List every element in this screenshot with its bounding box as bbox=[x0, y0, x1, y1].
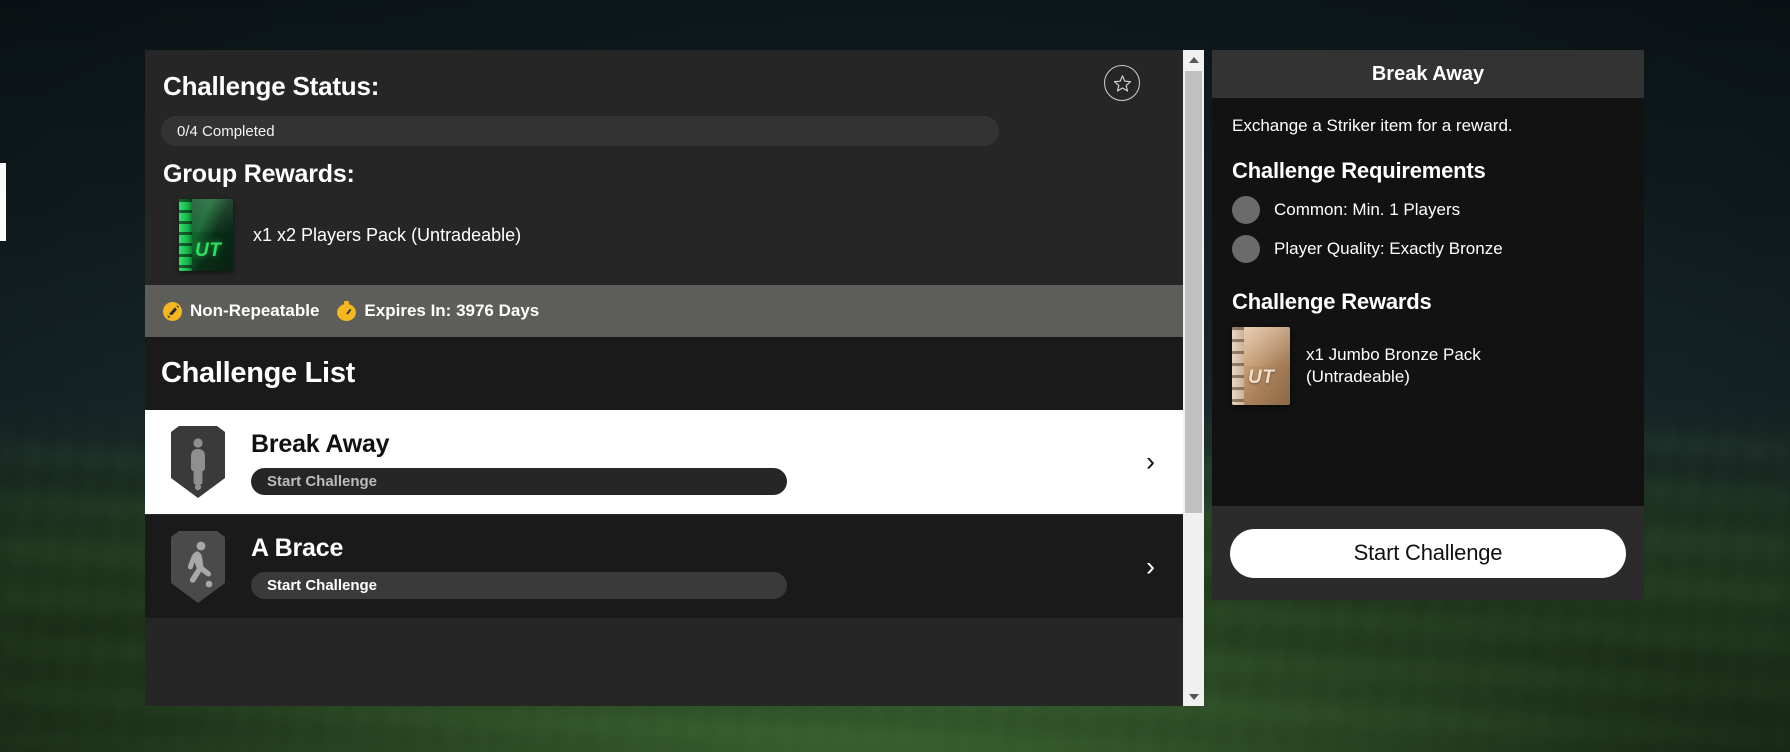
detail-footer: Start Challenge bbox=[1212, 506, 1644, 600]
dribbler-shield-badge-icon bbox=[167, 530, 229, 603]
stopwatch-icon bbox=[337, 301, 357, 321]
group-rewards-title: Group Rewards: bbox=[163, 160, 355, 188]
challenge-rewards-title: Challenge Rewards bbox=[1232, 289, 1432, 314]
pack-bronze-ut-icon: UT bbox=[1232, 327, 1290, 405]
group-reward-item: UT x1 x2 Players Pack (Untradeable) bbox=[161, 195, 1167, 285]
requirement-label: Common: Min. 1 Players bbox=[1274, 200, 1461, 219]
non-repeatable-meta: Non-Repeatable bbox=[163, 301, 319, 321]
challenge-status-section: Challenge Status: 0/4 Completed Group Re… bbox=[145, 50, 1183, 285]
start-challenge-primary-button[interactable]: Start Challenge bbox=[1230, 528, 1626, 578]
challenge-list-item-break-away[interactable]: Break Away Start Challenge › bbox=[145, 410, 1183, 514]
challenge-item-name: A Brace bbox=[251, 534, 344, 562]
detail-body: Exchange a Striker item for a reward. Ch… bbox=[1212, 98, 1644, 506]
challenge-detail-panel: Break Away Exchange a Striker item for a… bbox=[1212, 50, 1644, 600]
challenge-reward-item: UT x1 Jumbo Bronze Pack (Untradeable) bbox=[1232, 327, 1624, 405]
star-icon bbox=[1113, 74, 1131, 92]
challenge-meta-strip: Non-Repeatable Expires In: 3976 Days bbox=[145, 285, 1183, 337]
challenge-reward-line-1: x1 Jumbo Bronze Pack bbox=[1306, 344, 1481, 364]
pack-green-ut-icon: UT bbox=[179, 199, 233, 271]
chevron-right-icon[interactable]: › bbox=[1146, 553, 1155, 580]
challenge-reward-label: x1 Jumbo Bronze Pack (Untradeable) bbox=[1306, 344, 1481, 388]
start-challenge-button-a-brace[interactable]: Start Challenge bbox=[251, 572, 787, 599]
expiry-label: Expires In: 3976 Days bbox=[364, 301, 540, 320]
challenge-list-header: Challenge List bbox=[145, 337, 1183, 410]
offscreen-panel-sliver bbox=[0, 163, 6, 241]
scrollbar-thumb[interactable] bbox=[1185, 71, 1202, 513]
detail-title: Break Away bbox=[1371, 62, 1485, 85]
requirement-row: Player Quality: Exactly Bronze bbox=[1232, 235, 1624, 263]
challenge-group-panel: Challenge Status: 0/4 Completed Group Re… bbox=[145, 50, 1183, 706]
striker-shield-badge-icon bbox=[167, 426, 229, 498]
challenge-item-info: A Brace Start Challenge bbox=[251, 534, 787, 599]
challenge-status-progress-text: 0/4 Completed bbox=[177, 122, 275, 140]
challenge-item-name: Break Away bbox=[251, 429, 390, 458]
scroll-up-button[interactable] bbox=[1183, 50, 1204, 69]
start-challenge-button-break-away[interactable]: Start Challenge bbox=[251, 467, 787, 495]
challenge-item-info: Break Away Start Challenge bbox=[251, 430, 787, 495]
challenge-status-progress-pill: 0/4 Completed bbox=[161, 116, 999, 146]
requirement-row: Common: Min. 1 Players bbox=[1232, 196, 1624, 224]
pack-ut-mark: UT bbox=[195, 240, 222, 261]
detail-header: Break Away bbox=[1212, 50, 1644, 98]
caret-down-icon bbox=[1188, 693, 1199, 700]
pack-ut-mark: UT bbox=[1248, 367, 1275, 388]
non-repeatable-label: Non-Repeatable bbox=[190, 301, 320, 320]
requirement-bullet-icon bbox=[1232, 196, 1260, 224]
requirement-bullet-icon bbox=[1232, 235, 1260, 263]
scroll-down-button[interactable] bbox=[1183, 687, 1204, 706]
detail-description: Exchange a Striker item for a reward. bbox=[1232, 116, 1513, 135]
challenge-list-item-a-brace[interactable]: A Brace Start Challenge › bbox=[145, 514, 1183, 618]
expiry-meta: Expires In: 3976 Days bbox=[337, 301, 539, 321]
scrollbar-track[interactable] bbox=[1183, 69, 1204, 687]
group-reward-label: x1 x2 Players Pack (Untradeable) bbox=[253, 224, 522, 245]
no-repeat-icon bbox=[163, 301, 182, 321]
challenge-requirements-title: Challenge Requirements bbox=[1232, 158, 1486, 183]
challenge-list-title: Challenge List bbox=[161, 357, 355, 389]
challenge-status-title: Challenge Status: bbox=[163, 71, 380, 101]
challenge-panel-scrollbar[interactable] bbox=[1183, 50, 1204, 706]
start-challenge-button-label: Start Challenge bbox=[267, 472, 378, 490]
caret-up-icon bbox=[1188, 56, 1199, 63]
requirement-label: Player Quality: Exactly Bronze bbox=[1274, 239, 1503, 258]
favorite-star-button[interactable] bbox=[1104, 65, 1140, 101]
start-challenge-button-label: Start Challenge bbox=[267, 577, 378, 594]
challenge-reward-line-2: (Untradeable) bbox=[1306, 367, 1410, 386]
chevron-right-icon[interactable]: › bbox=[1146, 448, 1155, 476]
